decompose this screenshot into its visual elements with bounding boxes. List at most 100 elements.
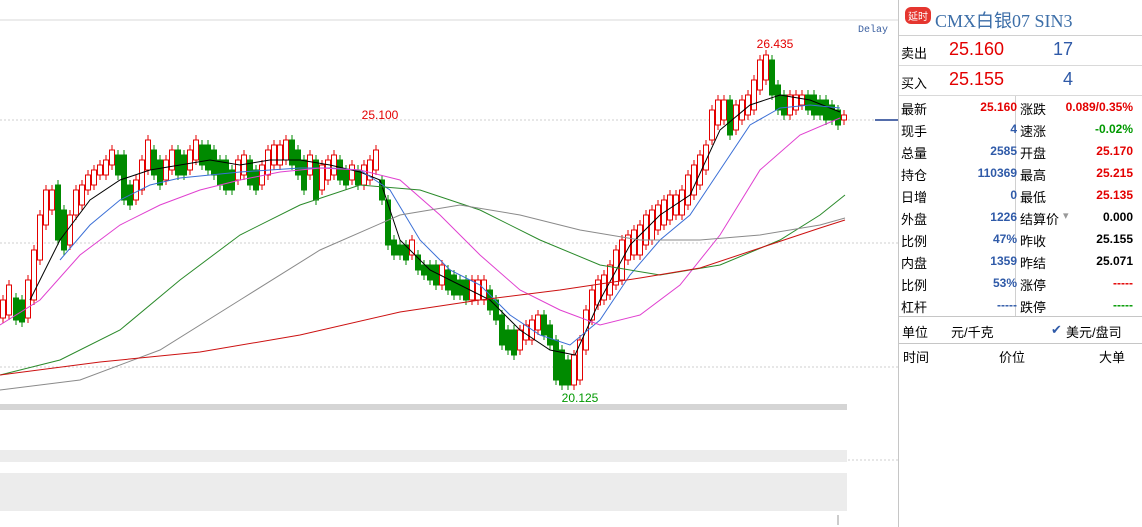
annotation-mid-high: 25.100 (362, 108, 399, 122)
stat-label: 最新 (901, 102, 928, 117)
stat-value: 25.215 (1096, 166, 1133, 180)
stat-label: 日增 (901, 190, 928, 205)
candle-body (277, 144, 283, 166)
buy-volume: 4 (1062, 69, 1073, 89)
stats-row: 比例 47% 昨收 25.155 (899, 228, 1142, 250)
candle-body (13, 297, 19, 321)
stat-value: 110369 (977, 166, 1017, 180)
candle-body (61, 209, 67, 251)
candle-body (25, 279, 31, 319)
stat-label: 结算价 (1020, 212, 1060, 227)
candle-body (67, 214, 73, 246)
ma5-line (29, 94, 841, 356)
candle-body (571, 354, 577, 386)
stat-value: 47% (992, 232, 1017, 246)
candle-body (115, 154, 121, 176)
candle-body (37, 214, 43, 261)
stat-label: 总量 (901, 146, 928, 161)
candle-body (295, 149, 301, 176)
candle-body (433, 264, 439, 286)
annotation-low: 20.125 (562, 391, 599, 405)
candle-body (49, 189, 55, 211)
unit-option[interactable]: 美元/盘司 (1066, 322, 1122, 341)
candle-body (145, 139, 151, 171)
candle-body (679, 189, 685, 216)
chevron-down-icon[interactable]: ▾ (1063, 209, 1069, 222)
candle-body (709, 109, 715, 141)
candle-body (817, 99, 823, 116)
candle-body (0, 299, 6, 319)
unit-label: 单位 (902, 325, 929, 340)
ma20-line (0, 117, 841, 326)
stat-value: 25.071 (1096, 254, 1133, 268)
candle-body (457, 279, 463, 296)
candle-body (391, 239, 397, 256)
candle-body (175, 149, 181, 176)
unit-row: 单位 元/千克 ✔ 美元/盘司 (899, 316, 1142, 344)
stats-row: 持仓 110369 最高 25.215 (899, 162, 1142, 184)
candle-body (727, 99, 733, 136)
stats-grid: 最新 25.160 涨跌 0.089/0.35% 现手 4 速涨 -0.02% 总量 2585 开盘… (899, 96, 1142, 316)
stats-row: 日增 0 最低 25.135 (899, 184, 1142, 206)
stat-value: -0.02% (1094, 122, 1133, 136)
candle-body (841, 114, 847, 121)
stats-row: 内盘 1359 昨结 25.071 (899, 250, 1142, 272)
candle-body (283, 139, 289, 161)
candle-body (187, 149, 193, 171)
stat-label: 涨停 (1020, 278, 1047, 293)
ma120-line (0, 204, 846, 391)
volume-panel-band (0, 450, 847, 462)
candle-body (757, 59, 763, 91)
candle-body (43, 189, 49, 226)
stat-label: 跌停 (1020, 300, 1047, 315)
candle-body (313, 159, 319, 201)
candle-body (253, 169, 259, 191)
candle-body (565, 359, 571, 386)
candlestick-chart[interactable]: Delay 26.435 25.100 20.125 (0, 0, 898, 527)
candle-body (205, 144, 211, 171)
candle-body (121, 154, 127, 201)
stat-value: 0.000 (1102, 210, 1133, 224)
sell-label: 卖出 (901, 46, 928, 61)
candle-body (421, 264, 427, 276)
candle-body (79, 184, 85, 206)
stat-label: 比例 (901, 234, 928, 249)
kline-chart[interactable]: Delay 26.435 25.100 20.125 (0, 0, 898, 527)
stat-label: 昨结 (1020, 256, 1047, 271)
buy-label: 买入 (901, 76, 928, 91)
trades-size-header: 大单 (1098, 350, 1125, 365)
stats-row: 最新 25.160 涨跌 0.089/0.35% (899, 96, 1142, 118)
quote-panel: 延时 CMX白银07 SIN3 卖出 25.160 17 买入 25.155 4… (898, 0, 1142, 527)
stat-label: 最低 (1020, 190, 1047, 205)
stat-value: 25.160 (980, 100, 1017, 114)
candle-body (223, 159, 229, 191)
candle-body (805, 94, 811, 111)
candle-body (385, 199, 391, 246)
stat-value: 53% (992, 276, 1017, 290)
stat-label: 开盘 (1020, 146, 1047, 161)
candle-body (559, 349, 565, 386)
candle-body (781, 94, 787, 116)
candle-body (349, 164, 355, 181)
unit-value[interactable]: 元/千克 (951, 322, 994, 341)
candle-body (415, 254, 421, 271)
ma60-line (0, 184, 846, 376)
stats-row: 总量 2585 开盘 25.170 (899, 140, 1142, 162)
stat-label: 现手 (901, 124, 928, 139)
stat-label: 外盘 (901, 212, 928, 227)
annotation-high: 26.435 (757, 37, 794, 51)
candle-body (607, 264, 613, 296)
candle-body (325, 159, 331, 181)
candle-body (799, 94, 805, 106)
candle-body (517, 329, 523, 351)
candle-body (409, 239, 415, 256)
candle-body (721, 99, 727, 121)
candle-body (265, 149, 271, 176)
candle-body (85, 174, 91, 191)
candle-body (307, 154, 313, 176)
candle-body (823, 99, 829, 121)
candle-body (151, 149, 157, 176)
candle-body (397, 244, 403, 256)
candle-body (343, 169, 349, 186)
candle-body (163, 159, 169, 181)
